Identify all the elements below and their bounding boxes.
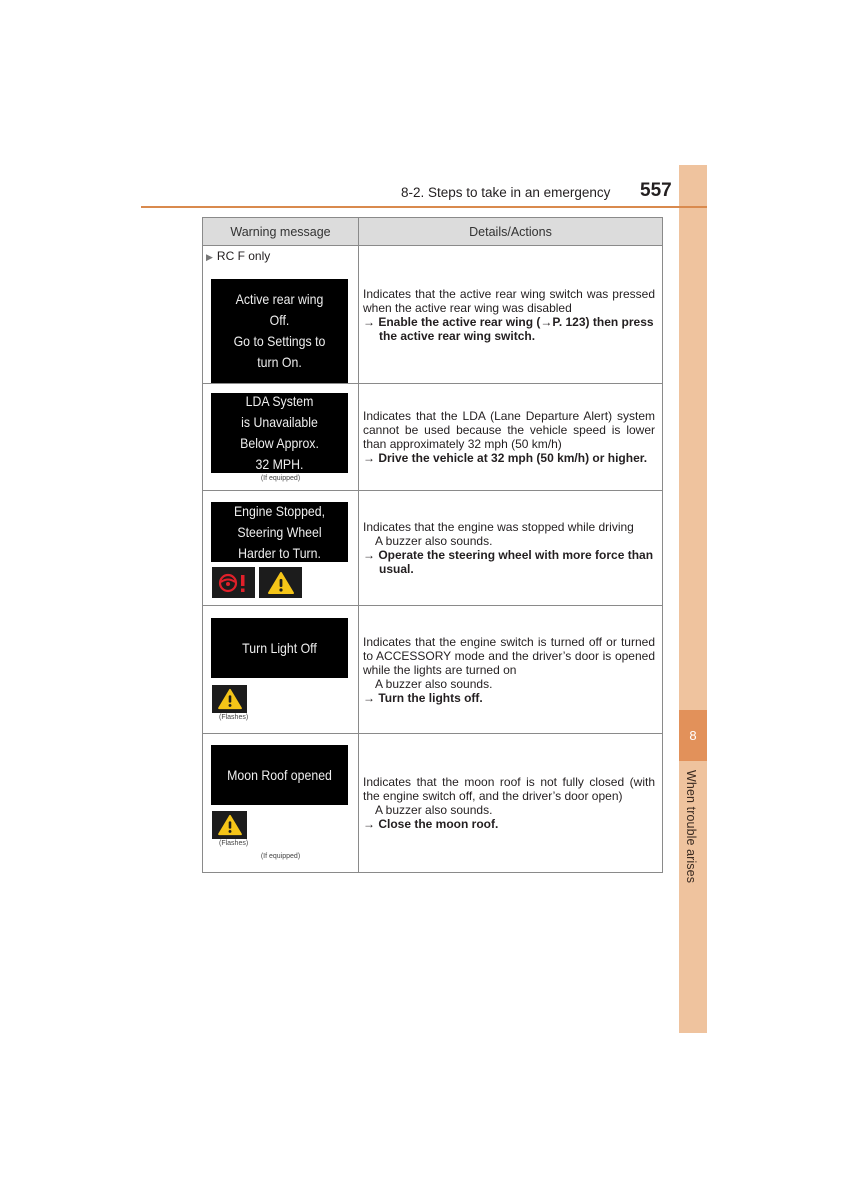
chapter-number-badge: 8 [679,710,707,761]
if-equipped-note: (If equipped) [260,853,301,860]
action-text-continued: the active rear wing switch. [379,328,536,343]
details-cell: Indicates that the engine was stopped wh… [358,490,663,606]
warning-cell: Moon Roof opened (Flashes) (If equipped) [202,733,359,873]
buzzer-text: A buzzer also sounds. [375,676,493,691]
indicator-icons [212,567,358,598]
header-divider [141,206,707,208]
details-cell: Indicates that the active rear wing swit… [358,245,663,384]
display-message-screen: Turn Light Off [211,618,348,678]
action-text-continued: usual. [379,562,414,576]
warning-cell: LDA System is Unavailable Below Approx. … [202,383,359,491]
details-cell: Indicates that the moon roof is not full… [358,733,663,873]
if-equipped-note: (If equipped) [260,475,301,482]
column-header-warning-message: Warning message [202,217,359,246]
warning-cell: Turn Light Off (Flashes) [202,605,359,734]
display-message-screen: Moon Roof opened [211,745,348,805]
details-text: Indicates that the LDA (Lane Departure A… [363,409,655,451]
warning-message-table: Warning message Details/Actions ▶ RC F on… [202,217,663,873]
display-message-screen: Engine Stopped, Steering Wheel Harder to… [211,502,348,562]
details-text: Indicates that the engine was stopped wh… [363,520,634,534]
warning-triangle-icon [212,685,247,713]
indicator-icons [212,685,358,713]
chapter-title: When trouble arises [684,770,698,884]
warning-triangle-icon [259,567,302,598]
display-message-screen: Active rear wing Off. Go to Settings to … [211,279,348,383]
buzzer-text: A buzzer also sounds. [375,534,493,548]
table-row: ▶ RC F only Active rear wing Off. Go to S… [202,245,663,384]
details-text: Indicates that the moon roof is not full… [363,775,655,803]
table-row: Turn Light Off (Flashes) Indicates that … [202,605,663,734]
indicator-icons [212,811,358,839]
warning-cell: ▶ RC F only Active rear wing Off. Go to S… [202,245,359,384]
action-text: → Enable the active rear wing (→P. 123) … [363,314,654,329]
details-text: Indicates that the engine switch is turn… [363,634,655,677]
details-text: Indicates that the active rear wing swit… [363,286,655,315]
flashes-note: (Flashes) [219,714,249,721]
flashes-note: (Flashes) [219,840,249,847]
chapter-side-tab [679,165,707,1033]
page-number: 557 [640,180,672,201]
table-row: Moon Roof opened (Flashes) (If equipped)… [202,733,663,873]
section-title: 8-2. Steps to take in an emergency [401,185,611,200]
bullet-triangle-icon: ▶ [206,252,213,262]
details-cell: Indicates that the LDA (Lane Departure A… [358,383,663,491]
buzzer-text: A buzzer also sounds. [375,803,493,817]
details-cell: Indicates that the engine switch is turn… [358,605,663,734]
action-text: → Turn the lights off. [363,690,483,705]
steering-warning-icon [212,567,255,598]
display-message-screen: LDA System is Unavailable Below Approx. … [211,393,348,473]
table-header-row: Warning message Details/Actions [202,217,663,246]
table-row: LDA System is Unavailable Below Approx. … [202,383,663,491]
column-header-details-actions: Details/Actions [358,217,663,246]
action-text: → Operate the steering wheel with more f… [363,548,654,562]
action-text: → Close the moon roof. [363,817,499,831]
action-text: → Drive the vehicle at 32 mph (50 km/h) … [363,451,648,465]
model-qualifier: ▶ RC F only [206,249,271,263]
warning-triangle-icon [212,811,247,839]
warning-cell: Engine Stopped, Steering Wheel Harder to… [202,490,359,606]
table-row: Engine Stopped, Steering Wheel Harder to… [202,490,663,606]
